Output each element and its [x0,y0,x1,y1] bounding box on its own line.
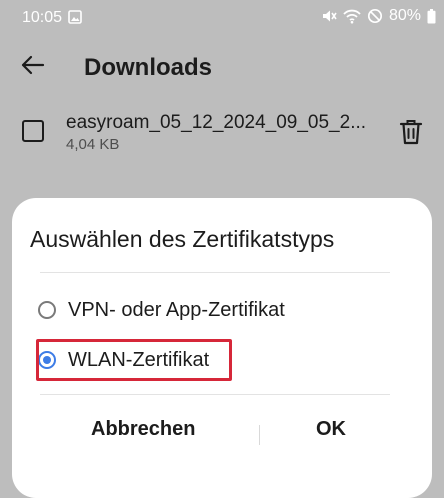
certificate-type-dialog: Auswählen des Zertifikatstyps VPN- oder … [12,198,432,498]
page-title: Downloads [84,54,213,81]
battery-percentage: 80% [388,7,421,24]
option-vpn-app-certificate[interactable]: VPN- oder App-Zertifikat [38,290,285,330]
cancel-button[interactable]: Abbrechen [91,418,195,441]
mute-icon [322,10,337,22]
dialog-title: Auswählen des Zertifikatstyps [30,226,335,252]
ok-button[interactable]: OK [316,418,346,441]
wifi-icon [343,9,361,24]
arrow-left-icon[interactable] [18,50,48,80]
file-name: easyroam_05_12_2024_09_05_2... [66,112,367,133]
selection-highlight-box [36,339,232,381]
radio-button[interactable] [38,301,56,319]
divider [40,272,390,273]
button-separator [259,425,260,445]
file-size: 4,04 KB [66,136,120,153]
battery-icon [427,8,436,23]
app-bar: Downloads [0,34,444,98]
do-not-disturb-icon [367,8,383,24]
image-icon [68,10,82,24]
trash-icon[interactable] [398,118,424,146]
list-item[interactable]: easyroam_05_12_2024_09_05_2... 4,04 KB [0,98,444,166]
status-bar: 10:05 80% [0,0,444,34]
file-checkbox[interactable] [22,120,44,142]
option-label: VPN- oder App-Zertifikat [68,298,285,321]
divider [40,394,390,395]
status-time: 10:05 [22,9,63,26]
status-icons: 80% [321,7,436,25]
